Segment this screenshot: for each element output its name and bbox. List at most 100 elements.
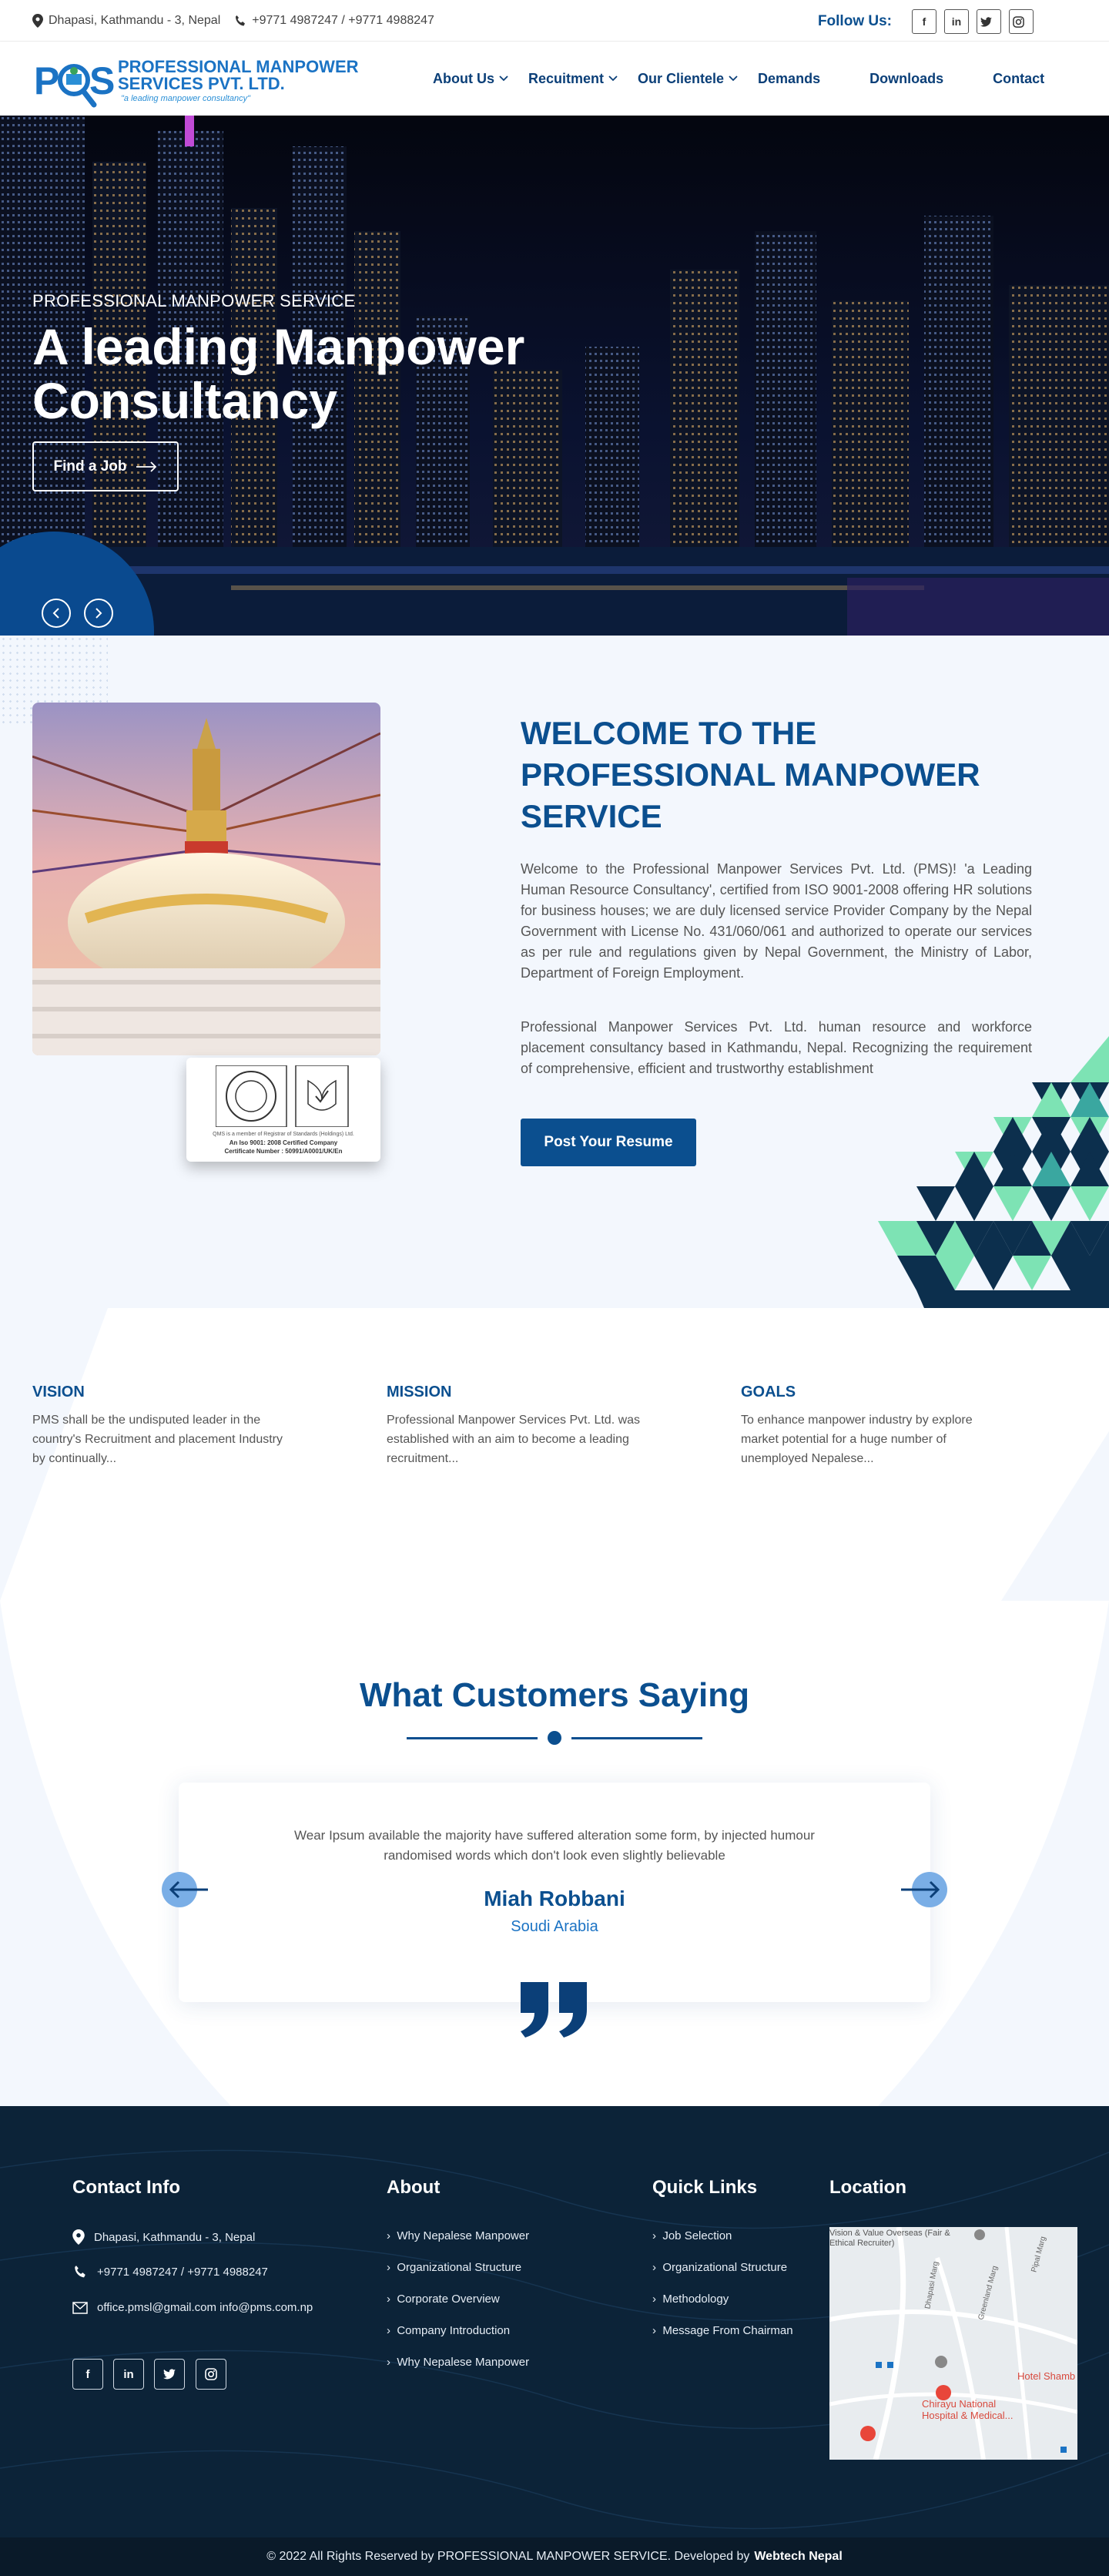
footer-location-title: Location: [829, 2177, 906, 2198]
location-pin-icon: [72, 2229, 85, 2245]
linkedin-icon[interactable]: in: [944, 9, 969, 34]
logo-line-2: SERVICES PVT. LTD.: [118, 74, 285, 93]
nav-recruitment-label: Recuitment: [528, 70, 605, 86]
svg-text:P: P: [34, 59, 59, 102]
facebook-icon[interactable]: f: [912, 9, 936, 34]
vision-mission-goals-section: VISION PMS shall be the undisputed leade…: [0, 1308, 1109, 1601]
envelope-icon: [72, 2301, 88, 2314]
pms-logo-mark: P S: [34, 54, 115, 108]
topbar-phone[interactable]: +9771 4987247 / +9771 4988247: [234, 14, 434, 28]
footer-quick-link-label: Job Selection: [662, 2229, 732, 2242]
footer-about-link-label: Corporate Overview: [397, 2293, 500, 2306]
nav-our-clientele[interactable]: Our Clientele: [638, 71, 738, 87]
svg-text:S: S: [89, 59, 115, 102]
testimonial-prev-button[interactable]: [162, 1872, 208, 1907]
footer-instagram-icon[interactable]: [196, 2359, 226, 2390]
footer-address: Dhapasi, Kathmandu - 3, Nepal: [72, 2229, 255, 2245]
footer-phone-text: +9771 4987247 / +9771 4988247: [97, 2265, 268, 2279]
arrow-right-icon: [136, 461, 156, 472]
map-label-place3: Chirayu National Hospital & Medical...: [922, 2398, 1014, 2421]
cert-line-3: Certificate Number : 50991/A0001/UK/En: [224, 1148, 343, 1155]
nav-about-us[interactable]: About Us: [433, 71, 508, 87]
mission-text: Professional Manpower Services Pvt. Ltd.…: [387, 1414, 641, 1465]
find-a-job-button[interactable]: Find a Job: [32, 441, 179, 491]
footer-address-text: Dhapasi, Kathmandu - 3, Nepal: [94, 2230, 256, 2244]
footer-about-link-label: Why Nepalese Manpower: [397, 2229, 530, 2242]
cert-line-2: An Iso 9001: 2008 Certified Company: [229, 1139, 338, 1146]
nav-contact[interactable]: Contact: [993, 71, 1044, 87]
hero-slider: PROFESSIONAL MANPOWER SERVICE A leading …: [0, 116, 1109, 636]
footer-about-link[interactable]: › Organizational Structure: [387, 2261, 521, 2274]
footer-quick-link[interactable]: › Job Selection: [652, 2229, 732, 2242]
footer-about-link-label: Company Introduction: [397, 2324, 511, 2337]
vision-block: VISION PMS shall be the undisputed leade…: [32, 1384, 286, 1468]
nav-our-clientele-label: Our Clientele: [638, 70, 725, 86]
hero-subtitle: PROFESSIONAL MANPOWER SERVICE: [32, 291, 356, 310]
mission-block: MISSION Professional Manpower Services P…: [387, 1384, 641, 1468]
map-label-place2: Hotel Shamb: [1017, 2370, 1076, 2382]
logo-line-1: PROFESSIONAL MANPOWER: [118, 57, 359, 76]
testimonial-next-button[interactable]: [901, 1872, 947, 1907]
footer-about-link[interactable]: › Why Nepalese Manpower: [387, 2356, 529, 2369]
nav-demands[interactable]: Demands: [758, 71, 820, 87]
testimonial-name: Miah Robbani: [484, 1887, 625, 1910]
find-a-job-label: Find a Job: [53, 458, 127, 475]
testimonial-quote: Wear Ipsum available the majority have s…: [294, 1828, 815, 1863]
vision-title: VISION: [32, 1384, 85, 1400]
title-divider-dot: [548, 1731, 561, 1745]
logo-text: PROFESSIONAL MANPOWER SERVICES PVT. LTD.…: [118, 57, 359, 104]
footer-quick-link[interactable]: › Organizational Structure: [652, 2261, 787, 2274]
logo-tagline: "a leading manpower consultancy": [121, 94, 251, 103]
footer-contact-title: Contact Info: [72, 2177, 180, 2198]
footer-linkedin-icon[interactable]: in: [113, 2359, 144, 2390]
footer-phone[interactable]: +9771 4987247 / +9771 4988247: [72, 2265, 268, 2279]
title-divider-right: [571, 1737, 702, 1739]
hero-title: A leading Manpower Consultancy: [32, 318, 525, 429]
footer-quick-link-label: Message From Chairman: [662, 2324, 793, 2337]
twitter-icon[interactable]: [977, 9, 1001, 34]
phone-icon: [236, 15, 246, 25]
mission-title: MISSION: [387, 1384, 452, 1400]
footer-quick-link[interactable]: › Message From Chairman: [652, 2324, 793, 2337]
footer-twitter-icon[interactable]: [154, 2359, 185, 2390]
slider-next-button[interactable]: [84, 599, 113, 628]
chevron-down-icon: [499, 75, 508, 82]
testimonials-title: What Customers Saying: [359, 1676, 750, 1714]
footer-about-link-label: Organizational Structure: [397, 2261, 522, 2274]
footer-quick-link[interactable]: › Methodology: [652, 2293, 729, 2306]
instagram-icon[interactable]: [1009, 9, 1034, 34]
boudhanath-stupa-image: [32, 703, 380, 1055]
iso-certificate-badge: QMS is a member of Registrar of Standard…: [186, 1058, 380, 1162]
goals-title: GOALS: [741, 1384, 796, 1400]
site-logo[interactable]: P S PROFESSIONAL MANPOWER SERVICES PVT. …: [34, 54, 359, 108]
follow-us: Follow Us: f in: [818, 9, 1034, 34]
arrow-right-icon: [901, 1880, 940, 1899]
footer-about-link[interactable]: › Corporate Overview: [387, 2293, 500, 2306]
goals-text: To enhance manpower industry by explore …: [741, 1414, 973, 1465]
quote-mark-icon: [521, 1982, 587, 2038]
cert-line-1: QMS is a member of Registrar of Standard…: [213, 1132, 354, 1137]
post-your-resume-button[interactable]: Post Your Resume: [521, 1119, 696, 1166]
footer-email-text: office.pmsl@gmail.com info@pms.com.np: [97, 2301, 313, 2314]
location-pin-icon: [32, 13, 43, 28]
chevron-down-icon: [608, 75, 618, 82]
nav-downloads[interactable]: Downloads: [869, 71, 943, 87]
footer-quick-link-label: Methodology: [662, 2293, 729, 2306]
footer-about-link[interactable]: › Why Nepalese Manpower: [387, 2229, 529, 2242]
footer-about-link[interactable]: › Company Introduction: [387, 2324, 510, 2337]
slider-prev-button[interactable]: [42, 599, 71, 628]
chevron-left-icon: [52, 608, 59, 619]
follow-us-label: Follow Us:: [817, 13, 892, 29]
welcome-section: QMS is a member of Registrar of Standard…: [0, 636, 1109, 1308]
footer-facebook-icon[interactable]: f: [72, 2359, 103, 2390]
topbar-address-text: Dhapasi, Kathmandu - 3, Nepal: [49, 13, 221, 27]
goals-block: GOALS To enhance manpower industry by ex…: [741, 1384, 995, 1468]
developer-link[interactable]: Webtech Nepal: [754, 2550, 842, 2564]
location-map[interactable]: Vision & Value Overseas (Fair & Ethical …: [829, 2227, 1077, 2460]
nav-about-us-label: About Us: [433, 70, 494, 86]
testimonial-card: Wear Ipsum available the majority have s…: [179, 1783, 930, 2002]
nav-recruitment[interactable]: Recuitment: [528, 71, 618, 87]
copyright-text: © 2022 All Rights Reserved by PROFESSION…: [266, 2550, 750, 2563]
footer-quick-links-title: Quick Links: [652, 2177, 758, 2198]
footer-email[interactable]: office.pmsl@gmail.com info@pms.com.np: [72, 2301, 313, 2314]
